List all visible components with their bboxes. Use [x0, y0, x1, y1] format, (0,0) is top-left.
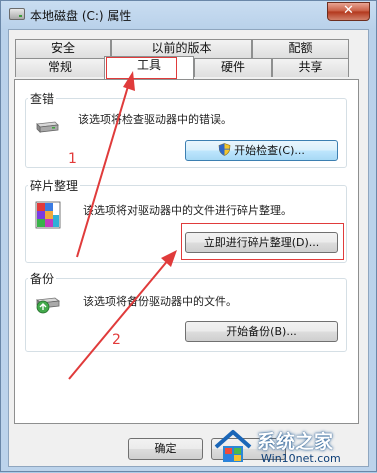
- start-check-label: 开始检查(C)...: [234, 144, 305, 157]
- step-marker-1: 1: [68, 151, 77, 167]
- watermark-brand: 系统之家: [257, 431, 334, 453]
- backup-description: 该选项将备份驱动器中的文件。: [83, 295, 237, 308]
- tab-security[interactable]: 安全: [15, 39, 111, 58]
- ok-button[interactable]: 确定: [128, 438, 203, 460]
- tools-tab-highlight: [106, 57, 177, 79]
- close-button[interactable]: ✕: [327, 2, 370, 21]
- step-marker-2: 2: [112, 332, 121, 348]
- defrag-title: 碎片整理: [28, 177, 81, 194]
- title-bar: 本地磁盘 (C:) 属性 ✕: [1, 1, 376, 29]
- properties-window: 本地磁盘 (C:) 属性 ✕ 安全 以前的版本 配额 常规 工具 硬件 共享 查…: [0, 0, 377, 472]
- tab-sharing[interactable]: 共享: [272, 58, 349, 77]
- window-title: 本地磁盘 (C:) 属性: [30, 9, 132, 23]
- backup-icon: [35, 297, 61, 314]
- hard-drive-icon: [36, 121, 59, 133]
- error-check-description: 该选项将检查驱动器中的错误。: [78, 113, 232, 126]
- defrag-button-highlight: [181, 223, 344, 260]
- start-check-button[interactable]: 开始检查(C)...: [185, 140, 338, 161]
- uac-shield-icon: [218, 143, 231, 156]
- tab-general[interactable]: 常规: [15, 58, 105, 77]
- defrag-icon: [35, 201, 61, 229]
- drive-icon: [9, 8, 25, 20]
- house-logo-icon: [214, 430, 252, 462]
- watermark-url: Win10net.com: [261, 452, 341, 465]
- tab-quota[interactable]: 配额: [252, 39, 349, 58]
- backup-title: 备份: [28, 270, 57, 287]
- watermark: 系统之家 Win10net.com: [209, 421, 377, 473]
- tab-hardware[interactable]: 硬件: [194, 58, 272, 77]
- error-check-title: 查错: [28, 90, 57, 107]
- start-backup-button[interactable]: 开始备份(B)...: [185, 321, 338, 342]
- defrag-description: 该选项将对驱动器中的文件进行碎片整理。: [83, 204, 292, 217]
